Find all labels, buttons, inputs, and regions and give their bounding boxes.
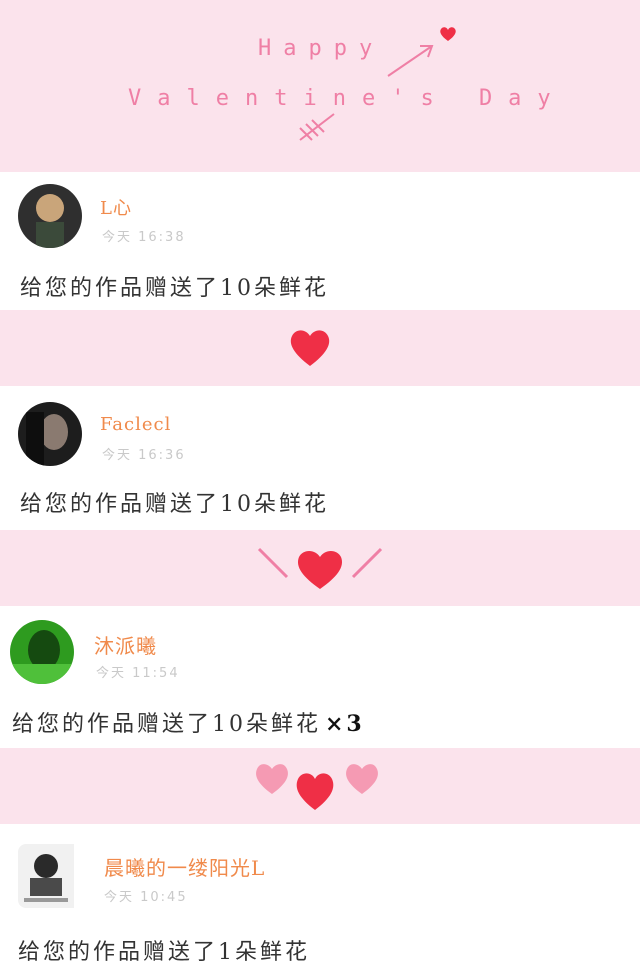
small-heart-icon: [440, 27, 456, 41]
divider-band: [0, 530, 640, 606]
avatar[interactable]: [10, 620, 74, 684]
timestamp: 今天 16:38: [102, 230, 186, 245]
gift-message-item[interactable]: 晨曦的一缕阳光L 今天 10:45 给您的作品赠送了1朵鲜花: [0, 824, 640, 978]
gift-message-item[interactable]: 沐派曦 今天 11:54 给您的作品赠送了10朵鲜花 ×3: [0, 606, 640, 748]
username[interactable]: 晨曦的一缕阳光L: [104, 852, 265, 881]
three-hearts-icon: [256, 764, 378, 810]
timestamp: 今天 16:36: [102, 448, 186, 463]
avatar[interactable]: [18, 184, 82, 248]
message-body: 给您的作品赠送了10朵鲜花: [20, 492, 329, 517]
divider-band: [0, 748, 640, 824]
username[interactable]: 沐派曦: [94, 630, 157, 659]
message-body: 给您的作品赠送了1朵鲜花: [18, 940, 310, 965]
arrow-icon: [299, 45, 434, 141]
timestamp: 今天 10:45: [104, 890, 188, 905]
multiplier-badge: ×3: [325, 711, 365, 737]
message-text: 给您的作品赠送了1朵鲜花: [18, 934, 310, 966]
timestamp: 今天 11:54: [96, 666, 180, 681]
valentine-header: Happy Valentine's Day: [0, 0, 640, 172]
message-text: 给您的作品赠送了10朵鲜花: [20, 270, 329, 302]
message-text: 给您的作品赠送了10朵鲜花 ×3: [12, 706, 365, 738]
message-body: 给您的作品赠送了10朵鲜花: [20, 276, 329, 301]
avatar[interactable]: [18, 402, 82, 466]
username[interactable]: Faclecl: [100, 414, 171, 435]
message-text: 给您的作品赠送了10朵鲜花: [20, 486, 329, 518]
gift-message-item[interactable]: L心 今天 16:38 给您的作品赠送了10朵鲜花: [0, 172, 640, 310]
message-body: 给您的作品赠送了10朵鲜花: [12, 712, 321, 737]
heart-with-lines-icon: [257, 547, 383, 589]
gift-message-item[interactable]: Faclecl 今天 16:36 给您的作品赠送了10朵鲜花: [0, 386, 640, 530]
divider-band: [0, 310, 640, 386]
heart-icon: [290, 330, 330, 366]
avatar[interactable]: [18, 844, 82, 908]
username[interactable]: L心: [100, 194, 132, 220]
